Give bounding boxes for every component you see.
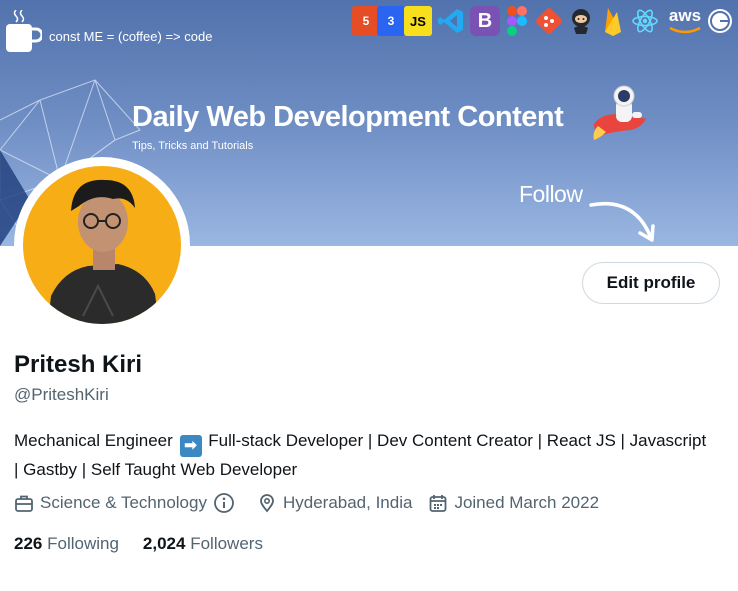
- banner-title: Daily Web Development Content: [132, 101, 564, 133]
- css3-icon: 3: [377, 6, 405, 36]
- bio-text-part1: Mechanical Engineer: [14, 431, 173, 450]
- following-count: 226: [14, 534, 43, 553]
- profile-location: Hyderabad, India: [257, 493, 412, 513]
- briefcase-icon: [15, 495, 33, 512]
- banner-subtitle: Tips, Tricks and Tutorials: [132, 140, 254, 152]
- profile-meta: Science & Technology Hyderabad, India Jo…: [14, 492, 615, 514]
- git-icon: [536, 8, 562, 34]
- location-label: Hyderabad, India: [282, 493, 413, 512]
- followers-count: 2,024: [142, 534, 186, 553]
- astronaut-rocket-icon: [593, 85, 646, 140]
- following-link[interactable]: 226 Following: [14, 534, 119, 554]
- banner-follow-text: Follow: [519, 181, 583, 207]
- aws-icon: aws: [666, 5, 704, 37]
- profile-name: Pritesh Kiri: [14, 351, 143, 378]
- joined-label: Joined March 2022: [454, 493, 600, 512]
- html5-icon: 5: [352, 6, 380, 36]
- coffee-mug-icon: [6, 10, 42, 52]
- location-pin-icon: [260, 494, 274, 513]
- curved-arrow-icon: [589, 202, 655, 242]
- aws-label: aws: [668, 6, 702, 25]
- profile-bio: Mechanical Engineer ➡ Full-stack Develop…: [14, 428, 714, 482]
- profile-handle: @PriteshKiri: [14, 385, 109, 404]
- profile-joined: Joined March 2022: [428, 493, 599, 513]
- firebase-icon: [605, 8, 621, 36]
- profile-photo: [23, 166, 181, 324]
- info-icon[interactable]: [213, 492, 235, 514]
- react-icon: [632, 9, 658, 33]
- following-label: Following: [47, 534, 119, 553]
- followers-label: Followers: [190, 534, 263, 553]
- profile-category: Science & Technology: [14, 492, 241, 514]
- category-label: Science & Technology: [40, 493, 207, 512]
- javascript-icon: JS: [404, 6, 432, 36]
- bootstrap-icon: B: [470, 6, 500, 36]
- avatar[interactable]: [14, 157, 190, 333]
- followers-link[interactable]: 2,024 Followers: [143, 534, 263, 554]
- vscode-icon: [438, 9, 463, 33]
- banner-tagline: const ME = (coffee) => code: [49, 29, 213, 44]
- figma-icon: [507, 6, 527, 36]
- right-arrow-emoji-icon: ➡: [179, 435, 202, 457]
- github-octocat-icon: [572, 9, 590, 34]
- calendar-icon: [430, 495, 447, 512]
- edit-profile-button[interactable]: Edit profile: [582, 262, 720, 304]
- profile-stats: 226 Following 2,024 Followers: [14, 534, 287, 554]
- gatsby-icon: [708, 9, 732, 33]
